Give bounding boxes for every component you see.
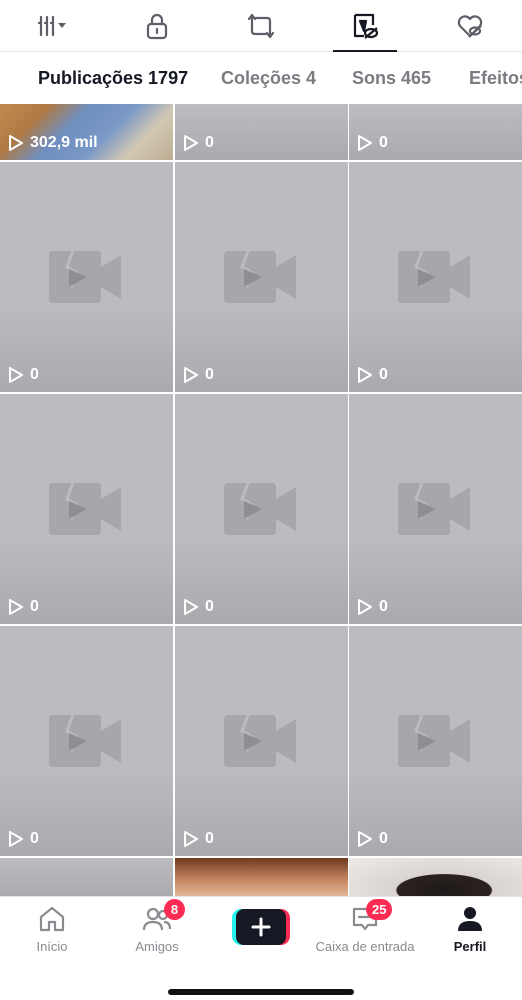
broken-video-icon bbox=[48, 250, 121, 303]
play-icon bbox=[358, 831, 372, 847]
inbox-notification-badge: 25 bbox=[366, 899, 393, 920]
video-thumbnail[interactable]: 0 bbox=[175, 394, 348, 624]
view-count: 0 bbox=[183, 366, 214, 384]
nav-profile[interactable]: Perfil bbox=[415, 903, 522, 954]
broken-video-icon bbox=[223, 714, 296, 767]
video-thumbnail[interactable] bbox=[0, 858, 173, 896]
tab-videos-grid[interactable] bbox=[0, 0, 104, 52]
nav-inbox[interactable]: Caixa de entrada bbox=[310, 903, 420, 954]
video-thumbnail[interactable]: 0 bbox=[349, 104, 522, 160]
view-count: 0 bbox=[357, 598, 388, 616]
view-count: 0 bbox=[183, 598, 214, 616]
video-thumbnail[interactable]: 0 bbox=[175, 104, 348, 160]
broken-video-icon bbox=[48, 482, 121, 535]
tagged-icon bbox=[354, 13, 379, 39]
tab-publicacoes[interactable]: Publicações 1797 bbox=[38, 68, 188, 89]
profile-content-tabs: Publicações 1797 Coleções 4 Sons 465 Efe… bbox=[0, 52, 522, 104]
video-grid: 302,9 mil 0 0 0 0 0 0 0 0 0 0 0 bbox=[0, 104, 522, 896]
view-count: 0 bbox=[357, 134, 388, 152]
tab-liked[interactable] bbox=[418, 0, 522, 52]
repost-icon bbox=[247, 13, 275, 39]
play-icon bbox=[184, 831, 198, 847]
tab-reposts[interactable] bbox=[209, 0, 313, 52]
video-thumbnail[interactable]: 0 bbox=[349, 394, 522, 624]
friends-notification-badge: 8 bbox=[164, 899, 185, 920]
play-icon bbox=[184, 367, 198, 383]
tab-sons[interactable]: Sons 465 bbox=[352, 68, 431, 89]
tab-private[interactable] bbox=[104, 0, 208, 52]
home-icon bbox=[39, 906, 65, 932]
play-icon bbox=[358, 135, 372, 151]
create-button[interactable] bbox=[232, 909, 290, 945]
broken-video-icon bbox=[48, 714, 121, 767]
liked-heart-icon bbox=[457, 15, 482, 38]
play-icon bbox=[9, 367, 23, 383]
play-icon bbox=[358, 367, 372, 383]
broken-video-icon bbox=[223, 482, 296, 535]
broken-video-icon bbox=[397, 250, 470, 303]
view-count: 0 bbox=[8, 830, 39, 848]
broken-video-icon bbox=[397, 714, 470, 767]
view-count: 0 bbox=[8, 598, 39, 616]
view-count: 0 bbox=[357, 366, 388, 384]
view-count: 0 bbox=[183, 134, 214, 152]
video-thumbnail[interactable]: 0 bbox=[0, 162, 173, 392]
video-thumbnail[interactable]: 0 bbox=[175, 626, 348, 856]
view-count: 0 bbox=[183, 830, 214, 848]
video-thumbnail[interactable] bbox=[175, 858, 348, 896]
tab-colecoes[interactable]: Coleções 4 bbox=[221, 68, 316, 89]
bottom-navigation: Início Amigos 8 Caixa de entrada 25 Perf… bbox=[0, 896, 522, 1000]
lock-icon bbox=[146, 13, 167, 40]
content-icon-tabs bbox=[0, 0, 522, 52]
broken-video-icon bbox=[223, 250, 296, 303]
nav-friends[interactable]: Amigos bbox=[102, 903, 212, 954]
video-thumbnail[interactable]: 0 bbox=[349, 162, 522, 392]
profile-icon bbox=[458, 907, 482, 931]
plus-icon bbox=[251, 917, 271, 937]
view-count: 0 bbox=[357, 830, 388, 848]
play-icon bbox=[9, 599, 23, 615]
play-icon bbox=[9, 831, 23, 847]
play-icon bbox=[184, 135, 198, 151]
grid-dropdown-icon bbox=[38, 15, 67, 37]
play-icon bbox=[358, 599, 372, 615]
video-thumbnail[interactable]: 0 bbox=[175, 162, 348, 392]
video-thumbnail[interactable] bbox=[349, 858, 522, 896]
video-thumbnail[interactable]: 0 bbox=[0, 394, 173, 624]
tab-efeitos[interactable]: Efeitos bbox=[469, 68, 522, 89]
tab-tagged[interactable] bbox=[313, 0, 417, 52]
video-thumbnail[interactable]: 302,9 mil bbox=[0, 104, 173, 160]
broken-video-icon bbox=[397, 482, 470, 535]
view-count: 0 bbox=[8, 366, 39, 384]
video-thumbnail[interactable]: 0 bbox=[0, 626, 173, 856]
view-count: 302,9 mil bbox=[8, 134, 98, 152]
nav-home[interactable]: Início bbox=[0, 903, 107, 954]
play-icon bbox=[9, 135, 23, 151]
video-thumbnail[interactable]: 0 bbox=[349, 626, 522, 856]
home-indicator bbox=[168, 989, 354, 995]
play-icon bbox=[184, 599, 198, 615]
